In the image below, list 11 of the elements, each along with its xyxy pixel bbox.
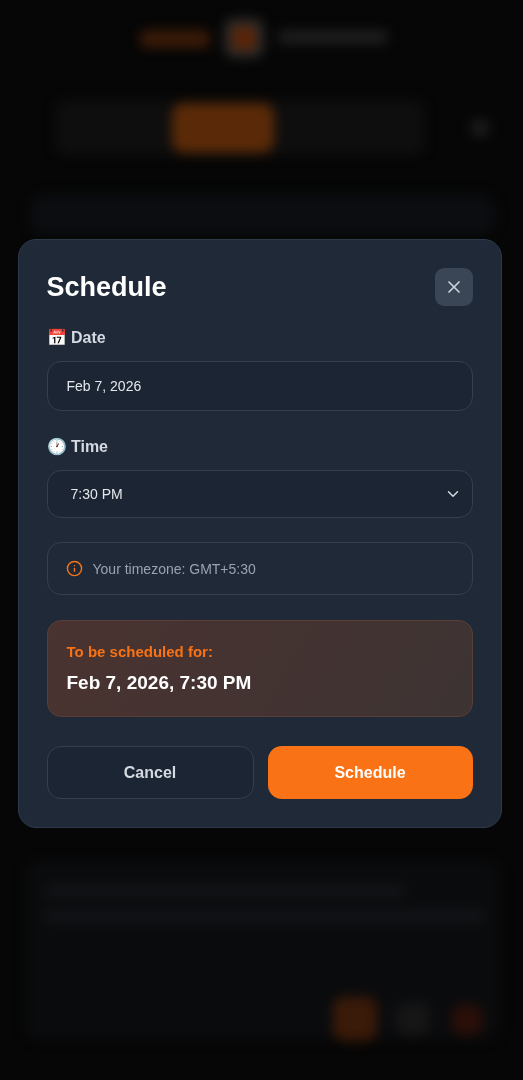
timezone-note: Your timezone: GMT+5:30 <box>92 560 256 577</box>
dialog-title: Schedule <box>46 271 167 303</box>
time-label: 🕐 Time <box>46 437 109 456</box>
date-field[interactable]: Feb 7, 2026 <box>46 361 473 411</box>
summary-caption: To be scheduled for: <box>66 643 214 660</box>
date-label: 📅 Date <box>46 328 107 347</box>
cancel-button[interactable]: Cancel <box>46 746 254 799</box>
time-select[interactable]: 7:30 PM <box>46 470 473 518</box>
close-button[interactable] <box>434 268 473 306</box>
summary-datetime: Feb 7, 2026, 7:30 PM <box>66 672 253 694</box>
info-icon <box>65 560 83 577</box>
